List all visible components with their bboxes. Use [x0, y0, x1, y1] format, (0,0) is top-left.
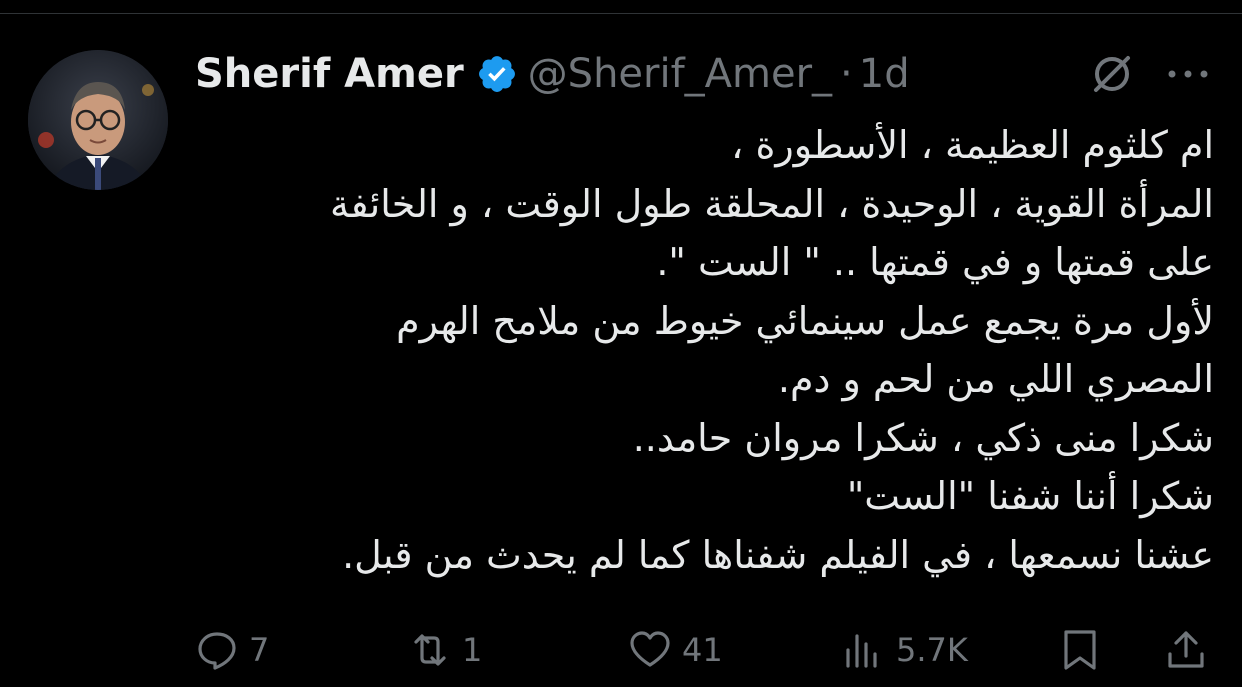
avatar-image [28, 50, 168, 190]
tweet-line: عشنا نسمعها ، في الفيلم شفناها كما لم يح… [342, 532, 1214, 577]
tweet-header: Sherif Amer @Sherif_Amer_ · 1d [195, 46, 910, 102]
author-handle[interactable]: @Sherif_Amer_ [528, 51, 832, 97]
timestamp[interactable]: 1d [859, 51, 910, 97]
views-count: 5.7K [896, 631, 968, 669]
reply-count: 7 [249, 631, 270, 669]
avatar[interactable] [28, 50, 168, 190]
grok-icon[interactable] [1088, 50, 1136, 98]
tweet-text: ام كلثوم العظيمة ، الأسطورة ، المرأة الق… [204, 116, 1214, 584]
reply-button[interactable]: 7 [195, 620, 269, 680]
repost-count: 1 [462, 631, 483, 669]
tweet-line: المصري اللي من لحم و دم. [777, 357, 1214, 401]
author-name[interactable]: Sherif Amer [195, 51, 464, 97]
tweet-line: شكرا منى ذكي ، شكرا مروان حامد.. [632, 415, 1214, 460]
top-divider [0, 13, 1242, 14]
tweet-line: شكرا أننا شفنا "الست" [846, 474, 1214, 518]
tweet-line: لأول مرة يجمع عمل سينمائي خيوط من ملامح … [396, 298, 1214, 343]
views-button[interactable]: 5.7K [842, 620, 968, 680]
verified-badge-icon[interactable] [476, 53, 518, 95]
reply-icon [198, 632, 236, 670]
heart-icon [630, 631, 670, 667]
like-count: 41 [682, 631, 723, 669]
tweet-line: المرأة القوية ، الوحيدة ، المحلقة طول ال… [330, 181, 1214, 226]
share-button[interactable] [1164, 620, 1208, 680]
more-icon[interactable] [1164, 60, 1212, 88]
tweet-line: على قمتها و في قمتها .. " الست ". [656, 240, 1214, 284]
bookmark-button[interactable] [1058, 620, 1102, 680]
bookmark-icon [1064, 630, 1096, 670]
like-button[interactable]: 41 [628, 620, 723, 680]
action-bar: 7 1 41 5.7K [0, 620, 1242, 680]
views-icon [846, 634, 877, 668]
repost-icon [414, 634, 446, 666]
repost-button[interactable]: 1 [408, 620, 482, 680]
separator-dot: · [840, 51, 853, 97]
share-icon [1168, 631, 1204, 668]
tweet-line: ام كلثوم العظيمة ، الأسطورة ، [731, 123, 1214, 167]
